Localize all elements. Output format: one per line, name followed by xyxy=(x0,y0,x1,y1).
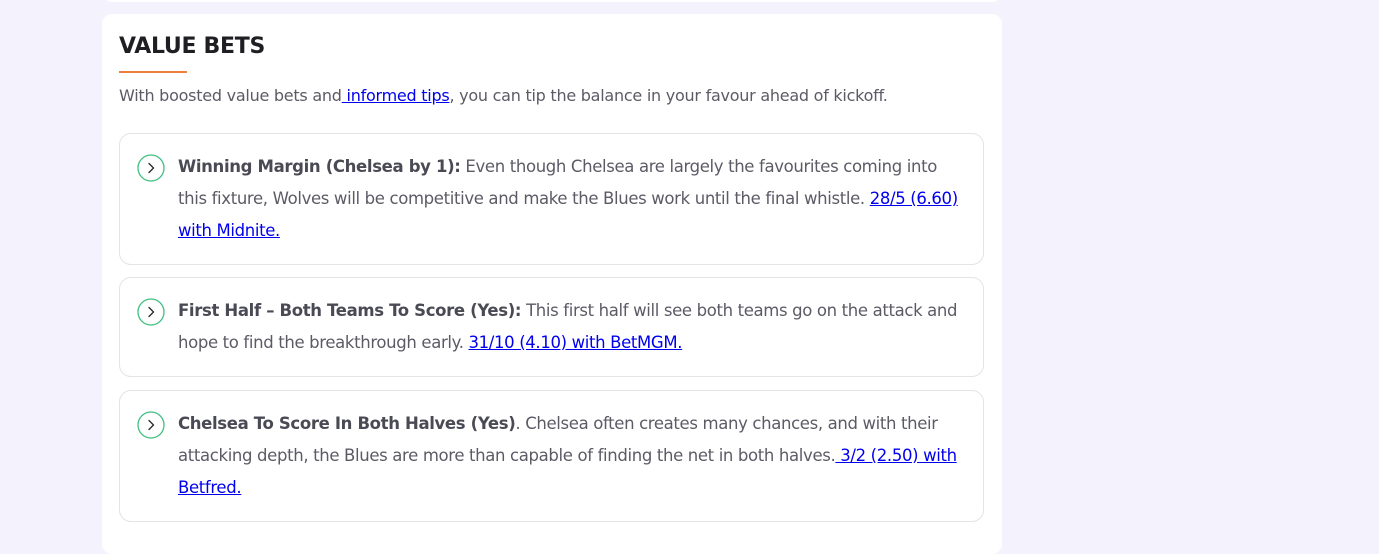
informed-tips-link[interactable]: informed tips xyxy=(342,86,450,105)
odds-link-betmgm[interactable]: 31/10 (4.10) with BetMGM. xyxy=(469,333,683,352)
previous-card-edge xyxy=(102,0,1002,2)
tip-heading: First Half – Both Teams To Score (Yes): xyxy=(178,301,522,320)
chevron-right-icon[interactable] xyxy=(137,154,165,182)
tip-text: First Half – Both Teams To Score (Yes): … xyxy=(178,295,968,359)
intro-text-before: With boosted value bets and xyxy=(119,86,342,105)
value-bets-card: VALUE BETS With boosted value bets and i… xyxy=(102,14,1002,554)
tip-text: Winning Margin (Chelsea by 1): Even thou… xyxy=(178,151,968,247)
chevron-right-icon[interactable] xyxy=(137,411,165,439)
intro-text: With boosted value bets and informed tip… xyxy=(119,84,888,108)
tip-card-winning-margin: Winning Margin (Chelsea by 1): Even thou… xyxy=(119,133,984,265)
tip-card-first-half-btts: First Half – Both Teams To Score (Yes): … xyxy=(119,277,984,377)
tip-heading: Chelsea To Score In Both Halves (Yes) xyxy=(178,414,516,433)
chevron-right-icon[interactable] xyxy=(137,298,165,326)
intro-text-after: , you can tip the balance in your favour… xyxy=(449,86,888,105)
title-underline xyxy=(119,71,187,73)
section-title: VALUE BETS xyxy=(119,34,265,59)
tip-heading: Winning Margin (Chelsea by 1): xyxy=(178,157,461,176)
tip-text: Chelsea To Score In Both Halves (Yes). C… xyxy=(178,408,968,504)
tip-card-chelsea-both-halves: Chelsea To Score In Both Halves (Yes). C… xyxy=(119,390,984,522)
